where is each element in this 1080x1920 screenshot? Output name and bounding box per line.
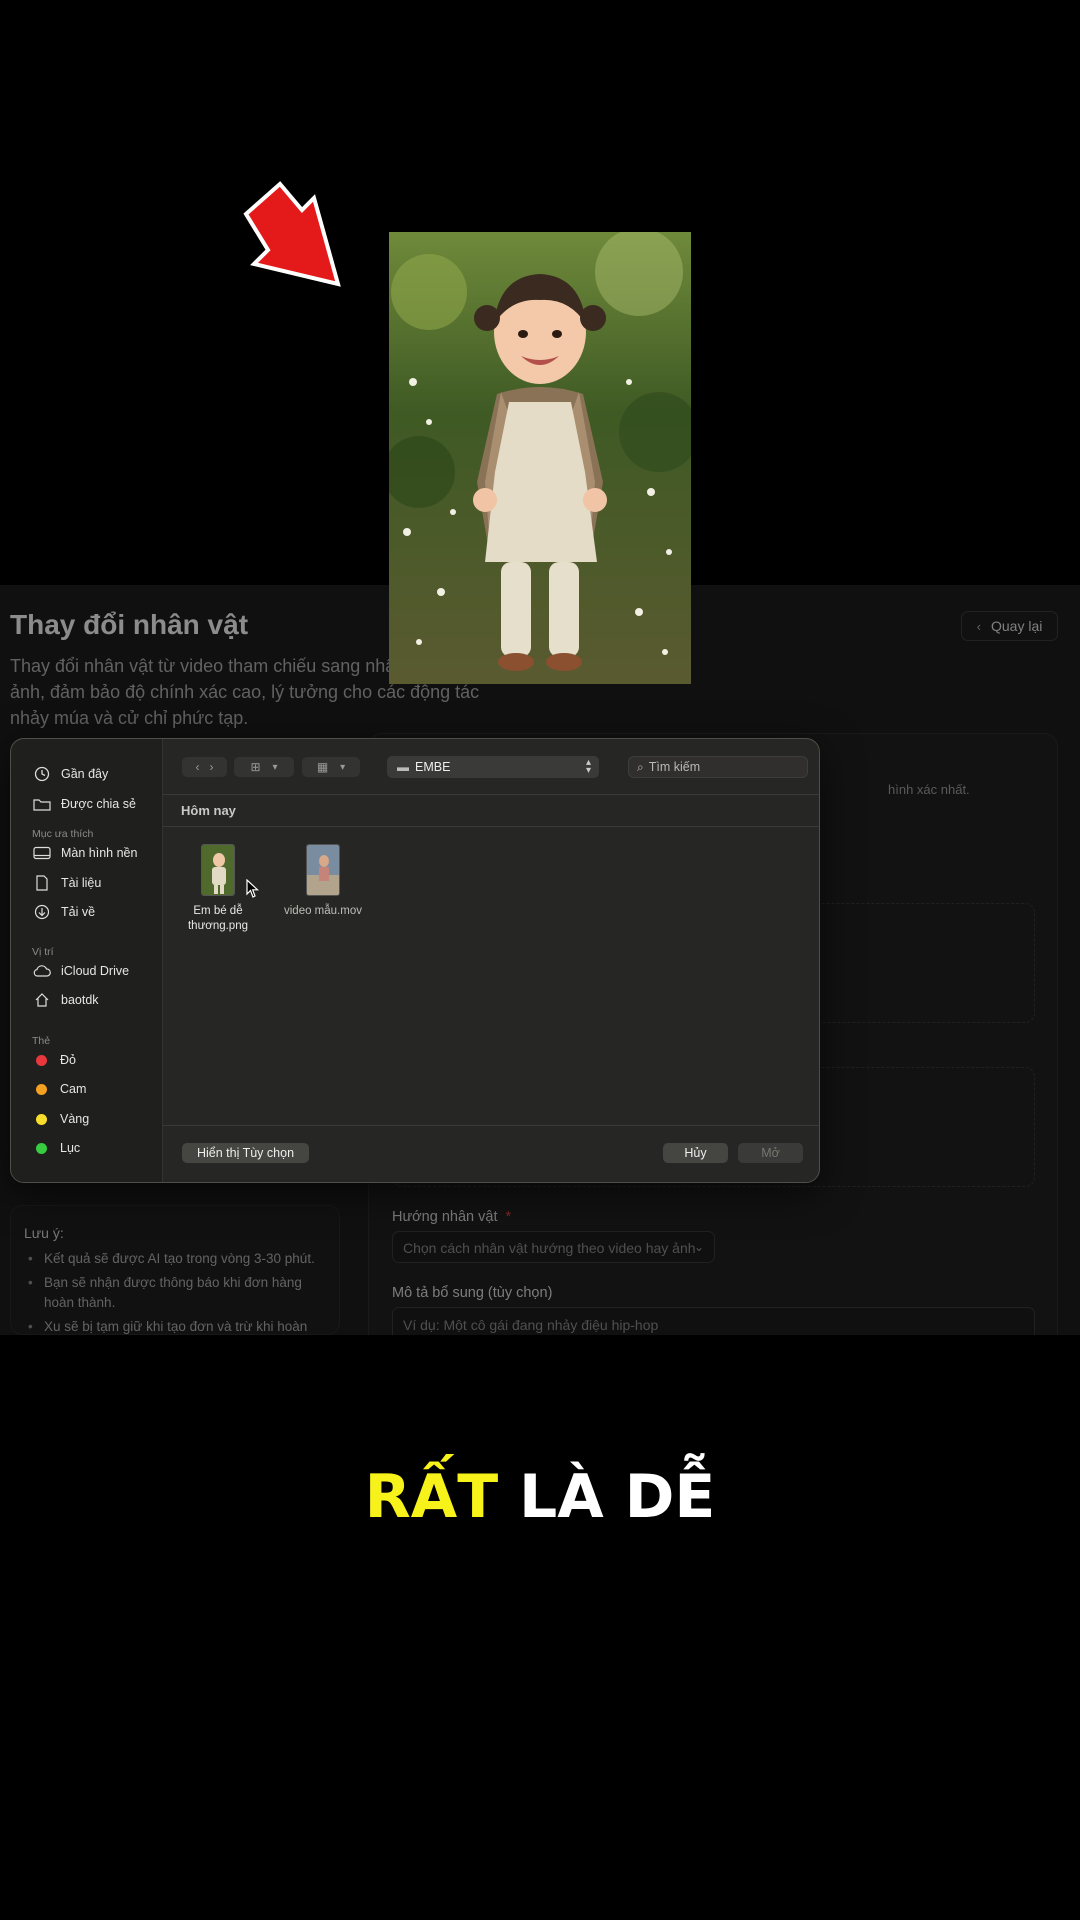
sidebar-tag-orange[interactable]: Cam	[32, 1078, 86, 1100]
shared-folder-icon	[32, 796, 52, 812]
chevron-left-icon: ‹	[976, 618, 981, 634]
open-button[interactable]: Mở	[738, 1143, 803, 1163]
sidebar-section-tags: Thẻ	[32, 1035, 51, 1047]
folder-path-popup[interactable]: ▬ EMBE ▴ ▾	[387, 756, 599, 778]
back-button-label: Quay lại	[990, 618, 1043, 634]
chevron-left-icon[interactable]: ‹	[196, 760, 200, 774]
image-thumbnail	[201, 844, 235, 896]
mouse-cursor-icon	[246, 879, 260, 898]
sidebar-tag-yellow[interactable]: Vàng	[32, 1108, 89, 1130]
folder-icon: ▬	[397, 760, 409, 774]
back-button[interactable]: ‹ Quay lại	[961, 611, 1058, 641]
file-name: Em bé dễ thương.png	[187, 905, 248, 932]
note-item: Xu sẽ bị tạm giữ khi tạo đơn và trừ khi …	[28, 1317, 328, 1335]
chevron-down-icon: ⌄	[693, 1240, 704, 1254]
desktop-icon	[32, 845, 52, 861]
chevron-down-icon: ▾	[340, 761, 346, 773]
sidebar-section-locations: Vị trí	[32, 946, 54, 958]
cancel-button[interactable]: Hủy	[663, 1143, 728, 1163]
green-dot-icon	[36, 1142, 47, 1154]
notes-list: Kết quả sẽ được AI tạo trong vòng 3-30 p…	[28, 1249, 328, 1335]
sidebar-section-favorites: Mục ưa thích	[32, 828, 94, 840]
page-title: Thay đổi nhân vật	[10, 609, 249, 640]
extra-description-input[interactable]: Ví dụ: Một cô gái đang nhảy điệu hip-hop	[392, 1307, 1035, 1335]
grid-icon: ⊞	[250, 760, 261, 774]
group-grid-icon: ▦	[316, 760, 329, 774]
search-icon: ⌕	[637, 759, 644, 774]
chevron-down-icon: ▾	[272, 761, 278, 773]
download-icon	[32, 904, 52, 920]
toddler-photo	[389, 232, 691, 684]
file-open-dialog: Gần đây Được chia sẻ Mục ưa thích Màn hì…	[10, 738, 820, 1183]
sidebar-item-desktop[interactable]: Màn hình nền	[32, 842, 137, 864]
group-header-today: Hôm nay	[181, 803, 236, 818]
red-arrow-icon	[243, 181, 341, 287]
note-item: Bạn sẽ nhận được thông báo khi đơn hàng …	[28, 1273, 328, 1313]
file-name: video mẫu.mov	[284, 905, 362, 917]
cloud-icon	[32, 963, 52, 979]
note-item: Kết quả sẽ được AI tạo trong vòng 3-30 p…	[28, 1249, 328, 1269]
extra-description-label: Mô tả bổ sung (tùy chọn)	[392, 1285, 553, 1301]
sidebar-item-home[interactable]: baotdk	[32, 989, 99, 1011]
sidebar-item-documents[interactable]: Tài liệu	[32, 872, 101, 894]
required-marker: *	[505, 1209, 512, 1225]
search-field[interactable]: ⌕ Tìm kiếm	[628, 756, 808, 778]
dialog-sidebar: Gần đây Được chia sẻ Mục ưa thích Màn hì…	[11, 739, 163, 1182]
red-dot-icon	[36, 1054, 47, 1066]
group-by-button[interactable]: ▦ ▾	[302, 757, 360, 777]
sidebar-tag-red[interactable]: Đỏ	[32, 1049, 76, 1071]
sidebar-item-downloads[interactable]: Tải về	[32, 901, 95, 923]
clock-icon	[32, 766, 52, 782]
sidebar-item-icloud[interactable]: iCloud Drive	[32, 960, 129, 982]
chevron-right-icon[interactable]: ›	[210, 760, 214, 774]
caption-highlight: RẤT	[364, 1462, 499, 1532]
show-options-button[interactable]: Hiển thị Tùy chọn	[182, 1143, 309, 1163]
sidebar-tag-green[interactable]: Lục	[32, 1137, 80, 1159]
updown-chevron-icon: ▴ ▾	[585, 757, 591, 776]
file-item-video[interactable]: video mẫu.mov	[273, 844, 373, 919]
sidebar-item-shared[interactable]: Được chia sẻ	[32, 793, 136, 815]
back-forward-buttons[interactable]: ‹ ›	[182, 757, 227, 777]
view-mode-button[interactable]: ⊞ ▾	[234, 757, 294, 777]
home-icon	[32, 992, 52, 1008]
document-icon	[32, 875, 52, 891]
caption-rest: LÀ DỄ	[519, 1462, 716, 1532]
video-thumbnail	[306, 844, 340, 896]
orange-dot-icon	[36, 1083, 47, 1095]
notes-title: Lưu ý:	[24, 1225, 64, 1241]
direction-select[interactable]: Chọn cách nhân vật hướng theo video hay …	[392, 1231, 715, 1263]
sidebar-item-recents[interactable]: Gần đây	[32, 763, 108, 785]
direction-label: Hướng nhân vật *	[392, 1209, 512, 1225]
upload-hint: hình xác nhất.	[888, 782, 970, 797]
yellow-dot-icon	[36, 1113, 47, 1125]
video-caption: RẤT LÀ DỄ	[0, 1462, 1080, 1532]
